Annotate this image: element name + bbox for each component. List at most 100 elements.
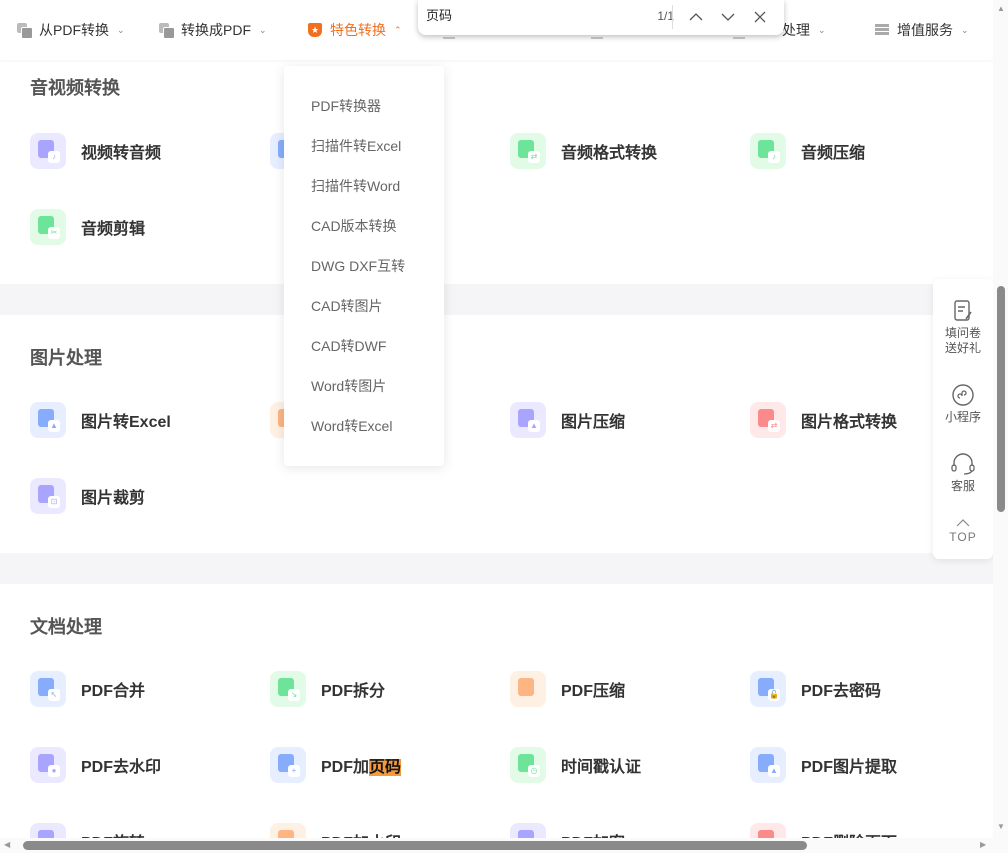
tool-pdf-compress[interactable]: PDF压缩 [510,671,625,707]
scroll-left-arrow-icon[interactable]: ◀ [4,840,10,849]
tool-label: PDF拆分 [321,683,386,700]
tool-image-to-excel[interactable]: ▲ 图片转Excel [30,402,171,438]
tool-pdf-delete-pages[interactable]: PDF删除页面 [750,823,897,838]
tool-label: 图片转Excel [81,414,171,431]
nav-value-added[interactable]: 增值服务 ⌄ [875,20,969,40]
tool-pdf-rotate[interactable]: PDF旋转 [30,823,145,838]
nav-special[interactable]: ★ 特色转换 ⌃ [308,20,402,40]
vertical-scroll-thumb[interactable] [997,286,1005,512]
mini-program-icon [952,384,974,406]
tool-pdf-add-page-number[interactable]: + PDF加页码 [270,747,402,783]
nav-from-pdf[interactable]: 从PDF转换 ⌄ [17,20,125,40]
dropdown-item[interactable]: 扫描件转Excel [311,136,401,156]
nav-process[interactable]: 处理 ⌄ [782,20,826,40]
find-input[interactable] [426,7,626,22]
tool-label: 音频格式转换 [561,145,658,162]
nav-label: 增值服务 [897,22,953,38]
image-compress-icon: ▲ [510,402,546,438]
tool-label: 图片格式转换 [801,414,898,431]
tool-label: PDF旋转 [81,829,145,838]
headset-icon [951,453,975,475]
video-audio-icon: ♪ [30,133,66,169]
tool-label: PDF去密码 [801,683,882,700]
section-title: 文档处理 [30,617,102,637]
merge-icon: ↖ [30,671,66,707]
tool-image-crop[interactable]: ⊡ 图片裁剪 [30,478,145,514]
unlock-icon: 🔓 [750,671,786,707]
find-prev-button[interactable] [684,5,708,29]
tool-pdf-remove-watermark[interactable]: ● PDF去水印 [30,747,161,783]
tool-label: 时间戳认证 [561,759,642,776]
nav-label: 处理 [782,22,810,38]
nav-icon-partial [591,37,603,39]
nav-icon-partial [733,37,745,39]
tool-label: PDF加页码 [321,753,402,777]
tool-pdf-remove-password[interactable]: 🔓 PDF去密码 [750,671,881,707]
find-bar: 1/1 [418,0,784,35]
special-convert-dropdown: PDF转换器 扫描件转Excel 扫描件转Word CAD版本转换 DWG DX… [284,66,444,466]
horizontal-scrollbar[interactable]: ◀ ▶ [0,838,993,853]
tool-label: PDF加水印 [321,829,401,838]
chevron-down-icon: ⌄ [259,24,267,35]
divider [672,5,673,29]
tool-pdf-image-extract[interactable]: ▲ PDF图片提取 [750,747,897,783]
section-document: 文档处理 ↖ PDF合并 ↘ PDF拆分 PDF压缩 🔓 PDF去密码 ● PD… [0,584,993,838]
find-next-button[interactable] [716,5,740,29]
watermark-icon [270,823,306,838]
dropdown-item[interactable]: Word转图片 [311,376,386,396]
tool-audio-cut[interactable]: ✂ 音频剪辑 [30,209,145,245]
dropdown-item[interactable]: DWG DXF互转 [311,256,405,276]
tool-timestamp[interactable]: ◷ 时间戳认证 [510,747,641,783]
tool-image-compress[interactable]: ▲ 图片压缩 [510,402,625,438]
tool-audio-format[interactable]: ⇄ 音频格式转换 [510,133,657,169]
tool-label: 图片压缩 [561,414,626,431]
mini-program-button[interactable]: 小程序 [933,383,993,425]
tool-pdf-add-watermark[interactable]: PDF加水印 [270,823,401,838]
label-text: PDF加 [321,759,370,776]
audio-compress-icon: ♪ [750,133,786,169]
tool-video-to-audio[interactable]: ♪ 视频转音频 [30,133,161,169]
split-icon: ↘ [270,671,306,707]
tool-label: PDF加密 [561,829,625,838]
customer-service-button[interactable]: 客服 [933,452,993,494]
dropdown-item[interactable]: CAD版本转换 [311,216,397,236]
survey-icon [954,300,972,321]
encrypt-icon [510,823,546,838]
tool-pdf-merge[interactable]: ↖ PDF合并 [30,671,145,707]
pdf-compress-icon [510,671,546,707]
dropdown-item[interactable]: 扫描件转Word [311,176,400,196]
dropdown-item[interactable]: PDF转换器 [311,96,381,116]
chevron-up-icon [956,519,970,527]
delete-pages-icon [750,823,786,838]
chevron-down-icon: ⌄ [117,24,125,35]
scroll-down-arrow-icon[interactable]: ▼ [997,822,1005,831]
survey-button[interactable]: 填问卷 送好礼 [933,299,993,356]
dropdown-item[interactable]: CAD转图片 [311,296,383,316]
tool-audio-compress[interactable]: ♪ 音频压缩 [750,133,865,169]
chevron-down-icon [721,13,735,21]
pdf-from-icon [17,23,33,39]
nav-to-pdf[interactable]: 转换成PDF ⌄ [159,20,267,40]
rotate-icon [30,823,66,838]
back-to-top-button[interactable]: TOP [933,519,993,545]
vertical-scrollbar[interactable]: ▲ ▼ [993,0,1008,853]
tool-image-format[interactable]: ⇄ 图片格式转换 [750,402,897,438]
dropdown-item[interactable]: Word转Excel [311,416,392,436]
survey-label: 填问卷 送好礼 [944,326,981,355]
image-crop-icon: ⊡ [30,478,66,514]
scroll-right-arrow-icon[interactable]: ▶ [980,840,986,849]
chevron-up-icon [689,13,703,21]
horizontal-scroll-thumb[interactable] [23,841,807,850]
floating-panel: 填问卷 送好礼 小程序 客服 TOP [933,279,993,559]
back-to-top-label: TOP [949,530,977,544]
find-close-button[interactable] [748,5,772,29]
section-audio-video: 音视频转换 ♪ 视频转音频 ⇄ 音频格式转换 ♪ 音频压缩 ✂ 音频剪辑 [0,60,993,284]
dropdown-item[interactable]: CAD转DWF [311,336,386,356]
mini-program-label: 小程序 [944,410,981,424]
tool-pdf-split[interactable]: ↘ PDF拆分 [270,671,385,707]
nav-label: 转换成PDF [181,22,251,38]
tool-pdf-encrypt[interactable]: PDF加密 [510,823,625,838]
scroll-up-arrow-icon[interactable]: ▲ [997,4,1005,13]
chevron-down-icon: ⌄ [818,24,826,35]
customer-service-label: 客服 [950,479,975,493]
